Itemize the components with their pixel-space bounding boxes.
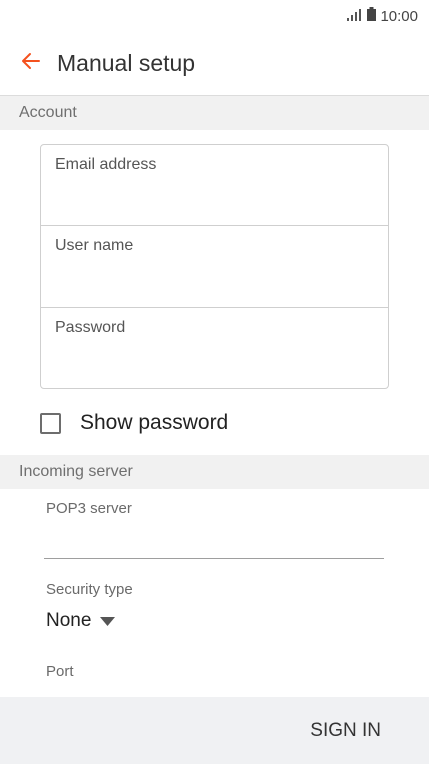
show-password-label: Show password (80, 411, 229, 434)
sign-in-button[interactable]: SIGN IN (310, 714, 381, 748)
pop3-server-input[interactable] (44, 525, 384, 559)
port-label: Port (46, 663, 74, 680)
email-field[interactable]: Email address (41, 145, 388, 226)
pop3-server-label: POP3 server (46, 500, 132, 517)
username-field[interactable]: User name (41, 226, 388, 308)
password-field-label: Password (55, 319, 126, 336)
email-field-label: Email address (55, 156, 157, 173)
signal-icon (347, 8, 363, 25)
bottom-action-bar: SIGN IN (0, 697, 429, 764)
security-type-dropdown[interactable]: None (46, 610, 116, 632)
username-field-label: User name (55, 237, 134, 254)
security-type-label: Security type (46, 581, 133, 598)
incoming-server-section-header: Incoming server (0, 455, 429, 489)
status-bar: 10:00 (0, 0, 429, 32)
back-button[interactable] (11, 44, 51, 84)
app-bar: Manual setup (0, 32, 429, 96)
account-section-header: Account (0, 96, 429, 130)
show-password-checkbox[interactable] (40, 412, 61, 434)
battery-icon (367, 7, 377, 25)
password-field[interactable]: Password (41, 308, 388, 390)
page-title: Manual setup (57, 50, 196, 76)
arrow-left-icon (19, 49, 43, 78)
security-type-value: None (46, 610, 92, 631)
triangle-down-icon (100, 610, 116, 632)
show-password-toggle[interactable]: Show password (40, 410, 228, 436)
credentials-card: Email address User name Password (40, 144, 389, 389)
clock: 10:00 (380, 7, 418, 25)
